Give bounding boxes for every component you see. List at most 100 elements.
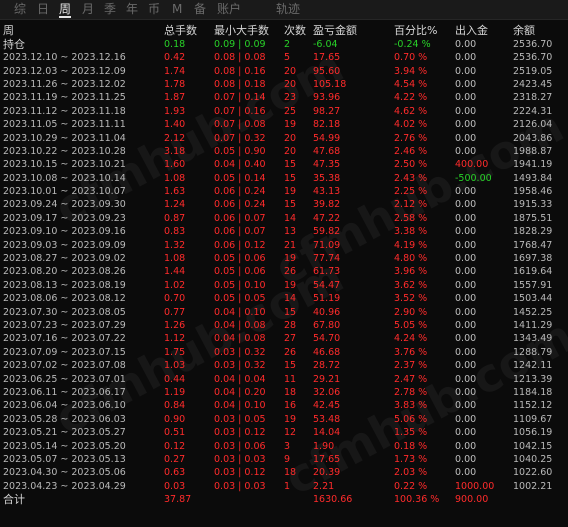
table-row[interactable]: 2023.07.23 ~ 2023.07.29 1.26 0.04 | 0.08 28… bbox=[3, 319, 568, 332]
table-row[interactable]: 2023.11.26 ~ 2023.12.02 1.78 0.08 | 0.18 20… bbox=[3, 78, 568, 91]
cell-minmax: 0.07 | 0.32 bbox=[214, 132, 266, 144]
table-row[interactable]: 2023.11.05 ~ 2023.11.11 1.40 0.07 | 0.08 19… bbox=[3, 118, 568, 131]
cell-total-lots: 0.51 bbox=[164, 427, 186, 439]
cell-week: 2023.09.03 ~ 2023.09.09 bbox=[3, 239, 126, 251]
open-position-row[interactable]: 持仓 0.18 0.09 | 0.09 2 -6.04 -0.24 % 0.00… bbox=[3, 37, 568, 51]
table-row[interactable]: 2023.04.23 ~ 2023.04.29 0.03 0.03 | 0.03 1 2… bbox=[3, 480, 568, 493]
table-row[interactable]: 2023.07.09 ~ 2023.07.15 1.75 0.03 | 0.32 26… bbox=[3, 346, 568, 359]
cell-balance: 1056.19 bbox=[513, 427, 553, 439]
cell-count: 14 bbox=[284, 212, 297, 224]
tab-account[interactable]: 账户 bbox=[217, 2, 241, 16]
table-row[interactable]: 2023.07.16 ~ 2023.07.22 1.12 0.04 | 0.08 27… bbox=[3, 332, 568, 345]
cell-count: 3 bbox=[284, 440, 291, 452]
table-row[interactable]: 2023.09.10 ~ 2023.09.16 0.83 0.06 | 0.07 13… bbox=[3, 225, 568, 238]
cell-flow: 0.00 bbox=[455, 453, 477, 465]
tab-month[interactable]: 月 bbox=[82, 2, 94, 16]
table-row[interactable]: 2023.12.03 ~ 2023.12.09 1.74 0.08 | 0.16 20… bbox=[3, 64, 568, 77]
cell-minmax: 0.05 | 0.10 bbox=[214, 279, 266, 291]
table-row[interactable]: 2023.07.30 ~ 2023.08.05 0.77 0.04 | 0.10 15… bbox=[3, 305, 568, 318]
table-row[interactable]: 2023.09.03 ~ 2023.09.09 1.32 0.06 | 0.12 21… bbox=[3, 238, 568, 251]
cell-total-lots: 1.74 bbox=[164, 65, 186, 77]
tab-m[interactable]: M bbox=[172, 2, 182, 16]
cell-flow: 0.00 bbox=[455, 186, 477, 198]
tab-year[interactable]: 年 bbox=[126, 2, 138, 16]
cell-week: 2023.09.24 ~ 2023.09.30 bbox=[3, 199, 126, 211]
cell-minmax: 0.04 | 0.04 bbox=[214, 373, 266, 385]
tab-overall[interactable]: 综 bbox=[14, 2, 26, 16]
table-row[interactable]: 2023.06.11 ~ 2023.06.17 1.19 0.04 | 0.20 18… bbox=[3, 386, 568, 399]
tab-track[interactable]: 轨迹 bbox=[276, 2, 300, 16]
cell-minmax: 0.03 | 0.06 bbox=[214, 440, 266, 452]
cell-pnl: 105.18 bbox=[313, 78, 347, 90]
table-row[interactable]: 2023.06.25 ~ 2023.07.01 0.44 0.04 | 0.04 11… bbox=[3, 372, 568, 385]
cell-percent: 3.52 % bbox=[394, 293, 428, 305]
table-row[interactable]: 2023.12.10 ~ 2023.12.16 0.42 0.08 | 0.08 5 1… bbox=[3, 51, 568, 64]
table-row[interactable]: 2023.04.30 ~ 2023.05.06 0.63 0.03 | 0.12 18… bbox=[3, 466, 568, 479]
cell-count: 19 bbox=[284, 186, 297, 198]
cell-count: 11 bbox=[284, 373, 297, 385]
cell-count: 13 bbox=[284, 226, 297, 238]
cell-flow: -500.00 bbox=[455, 172, 492, 184]
table-row[interactable]: 2023.11.12 ~ 2023.11.18 1.93 0.07 | 0.16 25… bbox=[3, 105, 568, 118]
cell-flow: 0.00 bbox=[455, 119, 477, 131]
tab-quarter[interactable]: 季 bbox=[104, 2, 116, 16]
table-row[interactable]: 2023.05.14 ~ 2023.05.20 0.12 0.03 | 0.06 3 1… bbox=[3, 439, 568, 452]
cell-flow: 0.00 bbox=[455, 440, 477, 452]
table-row[interactable]: 2023.05.21 ~ 2023.05.27 0.51 0.03 | 0.12 12… bbox=[3, 426, 568, 439]
cell-pnl: 54.99 bbox=[313, 132, 341, 144]
cell-count: 23 bbox=[284, 92, 297, 104]
table-row[interactable]: 2023.08.13 ~ 2023.08.19 1.02 0.05 | 0.10 19… bbox=[3, 279, 568, 292]
cell-balance: 2423.45 bbox=[513, 78, 553, 90]
cell-total-lots: 0.84 bbox=[164, 400, 186, 412]
cell-count: 9 bbox=[284, 453, 291, 465]
table-row[interactable]: 2023.06.04 ~ 2023.06.10 0.84 0.04 | 0.10 16… bbox=[3, 399, 568, 412]
cell-pnl: 93.96 bbox=[313, 92, 341, 104]
table-row[interactable]: 2023.10.08 ~ 2023.10.14 1.08 0.05 | 0.14 15… bbox=[3, 172, 568, 185]
cell-percent: 0.18 % bbox=[394, 440, 428, 452]
table-row[interactable]: 2023.05.28 ~ 2023.06.03 0.90 0.03 | 0.05 19… bbox=[3, 413, 568, 426]
cell-pnl: 17.65 bbox=[313, 453, 341, 465]
total-pnl: 1630.66 bbox=[313, 494, 353, 506]
tab-week[interactable]: 周 bbox=[59, 2, 72, 18]
table-row[interactable]: 2023.10.15 ~ 2023.10.21 1.60 0.04 | 0.40 15… bbox=[3, 158, 568, 171]
cell-flow: 0.00 bbox=[455, 427, 477, 439]
position-pnl: -6.04 bbox=[313, 38, 338, 50]
table-row[interactable]: 2023.09.24 ~ 2023.09.30 1.24 0.06 | 0.24 15… bbox=[3, 198, 568, 211]
table-row[interactable]: 2023.10.22 ~ 2023.10.28 3.18 0.05 | 0.90 20… bbox=[3, 145, 568, 158]
tab-currency[interactable]: 币 bbox=[148, 2, 160, 16]
cell-minmax: 0.03 | 0.12 bbox=[214, 427, 266, 439]
col-header-percent: 百分比% bbox=[394, 23, 438, 37]
total-label: 合计 bbox=[3, 493, 25, 507]
total-pct: 100.36 % bbox=[394, 494, 440, 506]
cell-percent: 2.78 % bbox=[394, 386, 428, 398]
table-row[interactable]: 2023.08.20 ~ 2023.08.26 1.44 0.05 | 0.06 26… bbox=[3, 265, 568, 278]
cell-minmax: 0.06 | 0.24 bbox=[214, 199, 266, 211]
table-row[interactable]: 2023.11.19 ~ 2023.11.25 1.87 0.07 | 0.14 23… bbox=[3, 91, 568, 104]
cell-count: 20 bbox=[284, 132, 297, 144]
cell-week: 2023.08.06 ~ 2023.08.12 bbox=[3, 293, 126, 305]
cell-minmax: 0.07 | 0.08 bbox=[214, 119, 266, 131]
cell-minmax: 0.07 | 0.16 bbox=[214, 105, 266, 117]
table-row[interactable]: 2023.07.02 ~ 2023.07.08 1.03 0.03 | 0.32 15… bbox=[3, 359, 568, 372]
cell-total-lots: 1.44 bbox=[164, 266, 186, 278]
table-row[interactable]: 2023.05.07 ~ 2023.05.13 0.27 0.03 | 0.03 9 1… bbox=[3, 453, 568, 466]
cell-total-lots: 1.75 bbox=[164, 346, 186, 358]
cell-percent: 2.46 % bbox=[394, 145, 428, 157]
cell-flow: 0.00 bbox=[455, 467, 477, 479]
table-row[interactable]: 2023.10.01 ~ 2023.10.07 1.63 0.06 | 0.24 19… bbox=[3, 185, 568, 198]
cell-count: 19 bbox=[284, 413, 297, 425]
cell-minmax: 0.08 | 0.16 bbox=[214, 65, 266, 77]
tab-day[interactable]: 日 bbox=[37, 2, 49, 16]
table-row[interactable]: 2023.08.06 ~ 2023.08.12 0.70 0.05 | 0.05 14… bbox=[3, 292, 568, 305]
cell-percent: 2.43 % bbox=[394, 172, 428, 184]
tab-notes[interactable]: 备 bbox=[194, 2, 206, 16]
table-row[interactable]: 2023.08.27 ~ 2023.09.02 1.08 0.05 | 0.06 19… bbox=[3, 252, 568, 265]
cell-week: 2023.04.23 ~ 2023.04.29 bbox=[3, 480, 126, 492]
table-row[interactable]: 2023.09.17 ~ 2023.09.23 0.87 0.06 | 0.07 14… bbox=[3, 212, 568, 225]
cell-flow: 0.00 bbox=[455, 346, 477, 358]
table-row[interactable]: 2023.10.29 ~ 2023.11.04 2.12 0.07 | 0.32 20… bbox=[3, 131, 568, 144]
cell-total-lots: 3.18 bbox=[164, 145, 186, 157]
cell-minmax: 0.05 | 0.05 bbox=[214, 293, 266, 305]
cell-total-lots: 1.02 bbox=[164, 279, 186, 291]
cell-balance: 1493.84 bbox=[513, 172, 553, 184]
